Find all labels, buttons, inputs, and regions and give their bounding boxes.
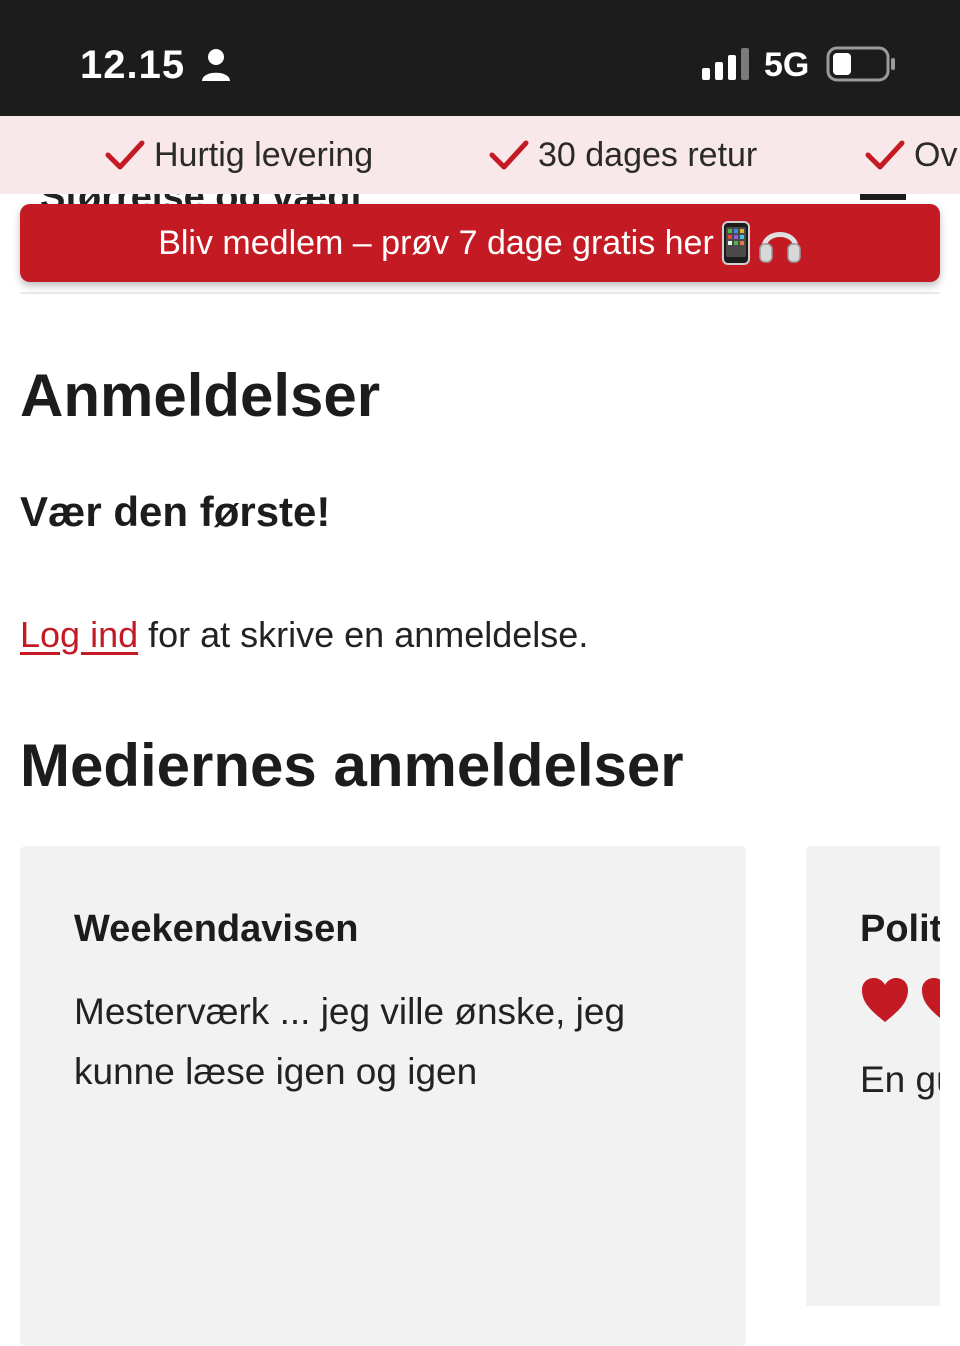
usp-strip: Hurtig levering 30 dages retur Ov bbox=[0, 116, 960, 194]
media-review-card: Polit En gu overs bbox=[806, 846, 940, 1306]
heart-icon bbox=[862, 978, 908, 1022]
network-label: 5G bbox=[764, 46, 810, 84]
status-bar: 12.15 5G bbox=[0, 0, 960, 116]
status-time: 12.15 bbox=[80, 43, 186, 87]
usp-label: Hurtig levering bbox=[154, 135, 374, 174]
usp-label: 30 dages retur bbox=[538, 135, 758, 174]
banner-text: Bliv medlem – prøv 7 dage gratis her bbox=[158, 223, 714, 262]
check-icon bbox=[489, 140, 529, 170]
usp-item: 30 dages retur bbox=[488, 116, 757, 194]
divider bbox=[20, 292, 940, 294]
usp-item: Ov bbox=[864, 116, 957, 194]
review-source: Weekendavisen bbox=[74, 908, 359, 950]
phone-icon bbox=[721, 221, 750, 265]
login-prompt: Log ind for at skrive en anmeldelse. bbox=[20, 610, 588, 660]
media-reviews-heading: Mediernes anmeldelser bbox=[20, 732, 684, 799]
media-review-card: Weekendavisen Mesterværk ... jeg ville ø… bbox=[20, 846, 746, 1346]
headphones-icon bbox=[758, 222, 802, 264]
heart-rating bbox=[860, 976, 940, 1024]
review-quote: En gu overs bbox=[860, 1059, 940, 1100]
review-source: Polit bbox=[860, 908, 940, 950]
login-prompt-text: for at skrive en anmeldelse. bbox=[138, 614, 589, 655]
person-icon bbox=[202, 49, 230, 81]
battery-icon bbox=[826, 46, 895, 82]
check-icon bbox=[865, 140, 905, 170]
be-first-text: Vær den første! bbox=[20, 488, 331, 535]
signal-icon bbox=[702, 48, 749, 80]
reviews-heading: Anmeldelser bbox=[20, 362, 381, 429]
usp-label: Ov bbox=[914, 135, 958, 174]
review-quote: Mesterværk ... jeg ville ønske, jeg kunn… bbox=[74, 991, 626, 1092]
heart-icon bbox=[922, 978, 940, 1018]
membership-banner[interactable]: Bliv medlem – prøv 7 dage gratis her bbox=[20, 204, 940, 282]
login-link[interactable]: Log ind bbox=[20, 614, 138, 655]
carousel-clip: Polit En gu overs bbox=[806, 846, 940, 1306]
check-icon bbox=[105, 140, 145, 170]
usp-item: Hurtig levering bbox=[104, 116, 373, 194]
